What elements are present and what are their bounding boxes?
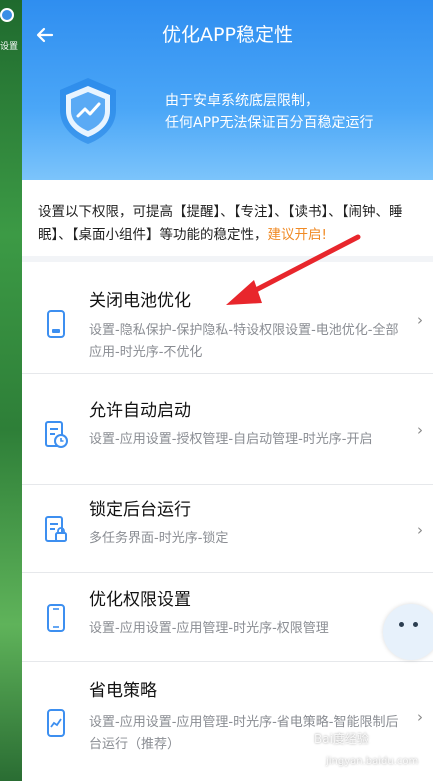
- list-item-lock-background[interactable]: 锁定后台运行 多任务界面-时光序-锁定 ›: [22, 485, 433, 573]
- item-title: 锁定后台运行: [89, 500, 191, 520]
- shield-icon: [60, 78, 116, 144]
- list-item-battery-optimization[interactable]: 关闭电池优化 设置-隐私保护-保护隐私-特设权限设置-电池优化-全部应用-时光序…: [22, 262, 433, 374]
- desktop-app-icon[interactable]: [0, 8, 14, 22]
- chevron-right-icon: ›: [417, 421, 423, 439]
- floating-assistant-button[interactable]: [383, 604, 433, 660]
- watermark-url: jingyan.baidu.com: [326, 756, 419, 767]
- item-path: 设置-应用设置-授权管理-自启动管理-时光序-开启: [89, 432, 373, 447]
- desktop-wallpaper-strip: 设置: [0, 0, 22, 781]
- item-title: 关闭电池优化: [89, 291, 191, 311]
- page-title: 优化APP稳定性: [162, 24, 293, 46]
- intro-highlight: 建议开启!: [267, 227, 327, 243]
- banner-line-1: 由于安卓系统底层限制，: [165, 93, 319, 109]
- phone-icon: [47, 604, 65, 632]
- watermark-logo: Bai度经验: [314, 732, 369, 746]
- settings-list: 关闭电池优化 设置-隐私保护-保护隐私-特设权限设置-电池优化-全部应用-时光序…: [22, 262, 433, 781]
- desktop-app-label: 设置: [0, 42, 19, 52]
- banner-line-2: 任何APP无法保证百分百稳定运行: [165, 115, 374, 131]
- list-item-permission-settings[interactable]: 优化权限设置 设置-应用设置-应用管理-时光序-权限管理 ›: [22, 573, 433, 662]
- intro-body: 设置以下权限，可提高【提醒】、【专注】、【读书】、【闹钟、睡眠】、【桌面小组件】…: [38, 204, 403, 243]
- item-title: 优化权限设置: [89, 590, 191, 610]
- chevron-right-icon: ›: [417, 521, 423, 539]
- item-title: 省电策略: [89, 681, 157, 701]
- assistant-eye-icon: [413, 622, 418, 627]
- item-path: 多任务界面-时光序-锁定: [89, 531, 229, 546]
- assistant-eye-icon: [399, 622, 404, 627]
- battery-icon: [47, 310, 65, 338]
- auto-start-icon: [45, 421, 68, 448]
- item-title: 允许自动启动: [89, 401, 191, 421]
- status-bar: [22, 0, 433, 12]
- item-path: 设置-应用设置-应用管理-时光序-权限管理: [89, 621, 329, 636]
- header: 优化APP稳定性 由于安卓系统底层限制， 任何APP无法保证百分百稳定运行: [22, 0, 433, 180]
- item-path: 设置-隐私保护-保护隐私-特设权限设置-电池优化-全部应用-时光序-不优化: [89, 323, 399, 360]
- chart-phone-icon: [47, 709, 65, 737]
- list-item-auto-start[interactable]: 允许自动启动 设置-应用设置-授权管理-自启动管理-时光序-开启 ›: [22, 374, 433, 485]
- intro-text: 设置以下权限，可提高【提醒】、【专注】、【读书】、【闹钟、睡眠】、【桌面小组件】…: [22, 180, 433, 256]
- banner-text: 由于安卓系统底层限制， 任何APP无法保证百分百稳定运行: [165, 90, 425, 134]
- chevron-right-icon: ›: [417, 708, 423, 726]
- app-screen: 优化APP稳定性 由于安卓系统底层限制， 任何APP无法保证百分百稳定运行 设置…: [22, 0, 433, 781]
- chevron-right-icon: ›: [417, 311, 423, 329]
- lock-doc-icon: [45, 516, 67, 542]
